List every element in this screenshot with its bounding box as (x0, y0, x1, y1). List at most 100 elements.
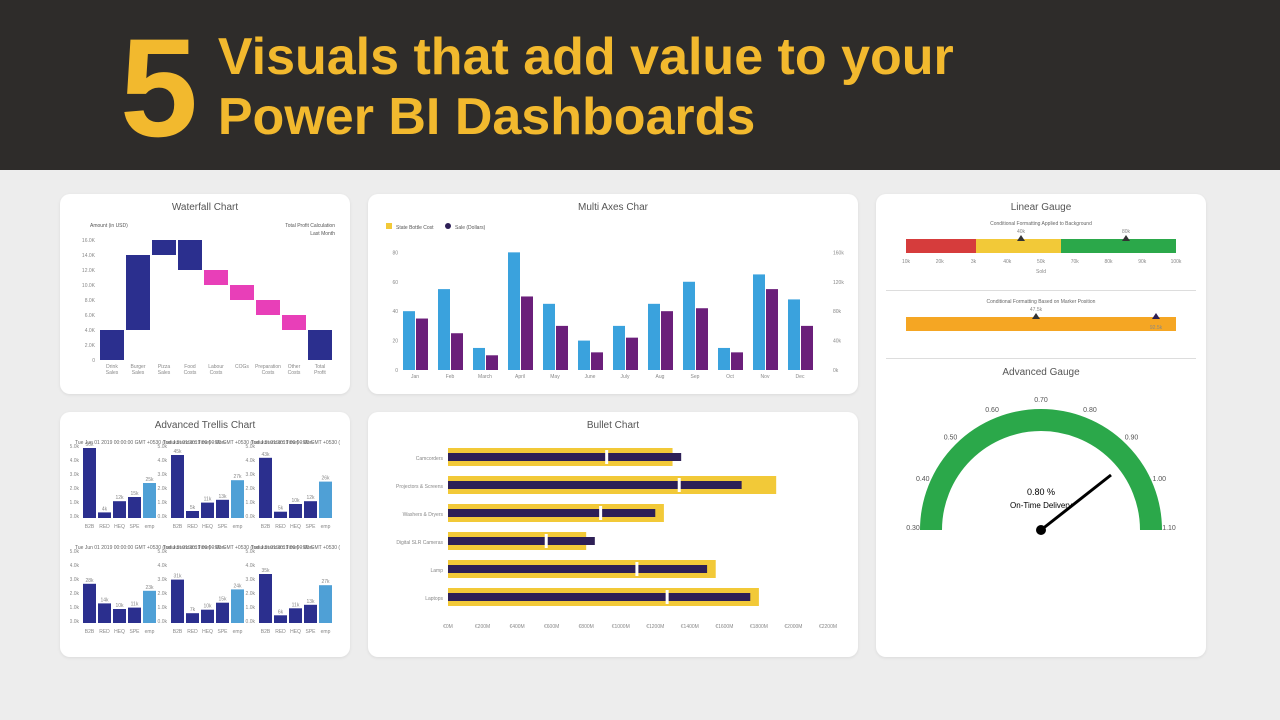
svg-text:B2B: B2B (261, 524, 271, 530)
trellis-title: Advanced Trellis Chart (70, 420, 340, 431)
svg-text:0.80: 0.80 (1083, 407, 1097, 414)
svg-text:11k: 11k (204, 497, 212, 503)
svg-text:25k: 25k (145, 477, 154, 483)
waterfall-card: Waterfall Chart Amount (in USD) Total Pr… (60, 194, 350, 394)
svg-text:16.0K: 16.0K (82, 238, 96, 244)
svg-text:€200M: €200M (475, 624, 490, 630)
svg-text:0.80 %: 0.80 % (1027, 487, 1055, 497)
svg-text:HEQ: HEQ (290, 629, 301, 635)
svg-text:Costs: Costs (262, 370, 275, 376)
svg-text:B2B: B2B (85, 629, 95, 635)
svg-text:HEQ: HEQ (290, 524, 301, 530)
svg-text:92.5k: 92.5k (1150, 325, 1163, 331)
svg-text:Lamp: Lamp (430, 568, 443, 574)
multiaxes-title: Multi Axes Char (378, 202, 848, 213)
svg-text:April: April (515, 374, 525, 380)
svg-text:10k: 10k (115, 603, 124, 609)
svg-text:emp: emp (321, 524, 331, 530)
svg-text:€1200M: €1200M (646, 624, 664, 630)
svg-text:RED: RED (99, 629, 110, 635)
svg-text:3.0k: 3.0k (158, 577, 168, 583)
svg-text:14k: 14k (100, 597, 109, 603)
svg-text:Sale (Dollars): Sale (Dollars) (455, 225, 486, 231)
svg-text:2.0k: 2.0k (158, 591, 168, 597)
svg-text:€400M: €400M (509, 624, 524, 630)
svg-text:SPE: SPE (129, 524, 140, 530)
svg-text:27k: 27k (321, 579, 330, 585)
svg-text:€1000M: €1000M (612, 624, 630, 630)
svg-text:Profit: Profit (314, 370, 326, 376)
svg-text:0k: 0k (833, 368, 839, 374)
svg-text:HEQ: HEQ (202, 629, 213, 635)
svg-text:4.0K: 4.0K (85, 328, 96, 334)
bullet-title: Bullet Chart (378, 420, 848, 431)
svg-text:B2B: B2B (85, 524, 95, 530)
svg-text:24k: 24k (233, 583, 242, 589)
svg-text:Tue Jun 01 2019 00:00:00 GMT +: Tue Jun 01 2019 00:00:00 GMT +0530 (Indi… (251, 440, 340, 446)
svg-text:RED: RED (99, 524, 110, 530)
svg-text:80: 80 (392, 250, 398, 256)
svg-text:SPE: SPE (305, 524, 316, 530)
svg-text:60: 60 (392, 280, 398, 286)
svg-text:May: May (550, 374, 560, 380)
svg-text:B2B: B2B (261, 629, 271, 635)
svg-text:43k: 43k (261, 452, 270, 458)
svg-text:4.0k: 4.0k (246, 458, 256, 464)
svg-text:Projectors & Screens: Projectors & Screens (396, 484, 443, 490)
waterfall-title: Waterfall Chart (70, 202, 340, 213)
svg-text:0.0k: 0.0k (70, 514, 79, 520)
svg-text:emp: emp (145, 629, 155, 635)
svg-text:B2B: B2B (173, 629, 183, 635)
svg-text:80k: 80k (1104, 259, 1113, 265)
svg-text:1.00: 1.00 (1152, 476, 1166, 483)
svg-text:Sep: Sep (691, 374, 700, 380)
svg-text:0.0k: 0.0k (70, 619, 79, 625)
svg-text:2.0k: 2.0k (158, 486, 168, 492)
svg-text:€1800M: €1800M (750, 624, 768, 630)
header-title: Visuals that add value to your Power BI … (218, 18, 954, 148)
svg-text:1.0k: 1.0k (246, 500, 256, 506)
linear-gauge-title: Linear Gauge (886, 202, 1196, 213)
svg-text:HEQ: HEQ (202, 524, 213, 530)
svg-text:12k: 12k (306, 495, 315, 501)
svg-text:Digital SLR Cameras: Digital SLR Cameras (396, 540, 443, 546)
svg-text:4k: 4k (102, 506, 108, 512)
page-header: 5 Visuals that add value to your Power B… (0, 0, 1280, 170)
svg-text:40k: 40k (1003, 259, 1012, 265)
advanced-gauge-title: Advanced Gauge (886, 367, 1196, 378)
svg-text:0.30: 0.30 (906, 525, 920, 532)
svg-text:Sales: Sales (106, 370, 119, 376)
svg-text:On-Time Delivery: On-Time Delivery (1010, 501, 1072, 510)
svg-text:0.50: 0.50 (944, 434, 958, 441)
svg-text:0.0k: 0.0k (158, 619, 168, 625)
svg-text:COGs: COGs (235, 364, 249, 370)
svg-text:SPE: SPE (305, 629, 316, 635)
svg-text:Total Profit Calculation: Total Profit Calculation (285, 223, 335, 229)
svg-text:3.0k: 3.0k (70, 472, 79, 478)
svg-text:Aug: Aug (656, 374, 665, 380)
svg-text:4.0k: 4.0k (70, 563, 79, 569)
svg-text:40: 40 (392, 309, 398, 315)
svg-text:Tue Jun 01 2019 00:00:00 GMT +: Tue Jun 01 2019 00:00:00 GMT +0530 (Indi… (251, 545, 340, 551)
svg-text:0: 0 (395, 368, 398, 374)
svg-text:3.0k: 3.0k (246, 472, 256, 478)
svg-text:10.0K: 10.0K (82, 283, 96, 289)
svg-text:2.0k: 2.0k (70, 591, 79, 597)
svg-text:5k: 5k (190, 505, 196, 511)
svg-text:5.0k: 5.0k (246, 549, 256, 555)
svg-text:Sales: Sales (158, 370, 171, 376)
svg-text:14.0K: 14.0K (82, 253, 96, 259)
svg-text:€800M: €800M (579, 624, 594, 630)
svg-text:State Bottle Cost: State Bottle Cost (396, 225, 434, 231)
svg-text:Jan: Jan (411, 374, 419, 380)
svg-text:10k: 10k (291, 498, 300, 504)
trellis-chart: Tue Jun 01 2019 00:00:00 GMT +0530 (Indi… (70, 433, 340, 648)
svg-text:50k: 50k (1037, 259, 1046, 265)
multiaxes-card: Multi Axes Char State Bottle Cost Sale (… (368, 194, 858, 394)
svg-text:2.0k: 2.0k (246, 591, 256, 597)
svg-text:40k: 40k (833, 339, 842, 345)
svg-text:12k: 12k (115, 495, 124, 501)
svg-text:28k: 28k (85, 578, 94, 584)
svg-text:26k: 26k (321, 476, 330, 482)
svg-text:Sold: Sold (1036, 269, 1046, 275)
